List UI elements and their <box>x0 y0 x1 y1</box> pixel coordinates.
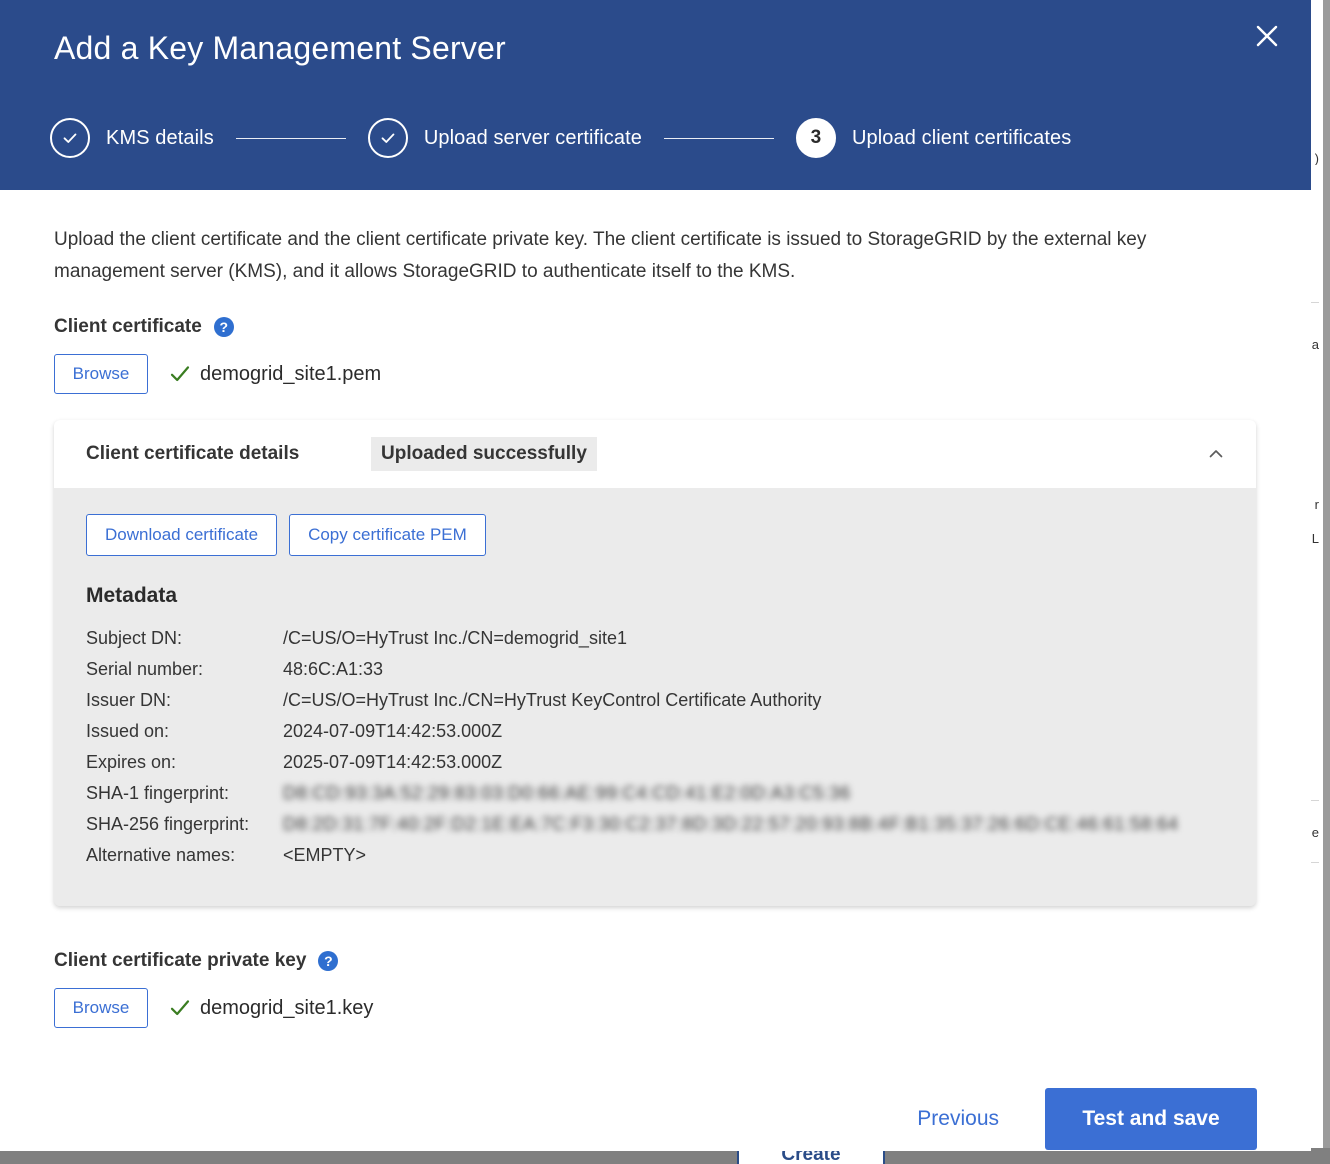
add-kms-modal: Add a Key Management Server KMS details <box>0 0 1311 1151</box>
step-upload-server-certificate[interactable]: Upload server certificate <box>367 118 642 158</box>
client-certificate-label-row: Client certificate ? <box>54 316 1257 338</box>
table-row: SHA-1 fingerprint: D8:CD:93:3A:52:29:83:… <box>86 783 1179 814</box>
background-text-fragment: ) <box>1314 152 1319 165</box>
step-connector <box>235 137 346 139</box>
metadata-value: /C=US/O=HyTrust Inc./CN=demogrid_site1 <box>283 628 627 648</box>
private-key-label: Client certificate private key <box>54 950 307 971</box>
modal-footer: Previous Test and save <box>0 1088 1311 1150</box>
metadata-value: /C=US/O=HyTrust Inc./CN=HyTrust KeyContr… <box>283 690 822 710</box>
table-row: Alternative names: <EMPTY> <box>86 845 1179 876</box>
wizard-stepper: KMS details Upload server certificate 3 … <box>50 116 1071 160</box>
metadata-value: 2025-07-09T14:42:53.000Z <box>283 752 503 772</box>
metadata-key: Issued on: <box>86 721 170 741</box>
metadata-key: SHA-1 fingerprint: <box>86 783 230 803</box>
table-row: Issuer DN: /C=US/O=HyTrust Inc./CN=HyTru… <box>86 690 1179 721</box>
metadata-table: Subject DN: /C=US/O=HyTrust Inc./CN=demo… <box>86 628 1179 876</box>
modal-header: Add a Key Management Server KMS details <box>0 0 1311 190</box>
private-key-file: demogrid_site1.key <box>168 996 373 1020</box>
private-key-label-row: Client certificate private key ? <box>54 950 1257 972</box>
certificate-actions: Download certificate Copy certificate PE… <box>86 514 1224 556</box>
close-icon[interactable] <box>1247 16 1287 56</box>
private-key-file-name: demogrid_site1.key <box>200 996 374 1019</box>
step-number-badge: 3 <box>795 118 836 158</box>
step-upload-client-certificates[interactable]: 3 Upload client certificates <box>795 118 1072 158</box>
metadata-value: <EMPTY> <box>283 845 367 865</box>
chevron-up-icon[interactable] <box>1206 444 1226 464</box>
metadata-value-redacted: D8:CD:93:3A:52:29:83:03:D0:66:AE:99:C4:C… <box>283 783 851 803</box>
help-icon[interactable]: ? <box>213 317 234 337</box>
client-certificate-label: Client certificate <box>54 316 202 337</box>
modal-body: Upload the client certificate and the cl… <box>0 190 1311 1028</box>
metadata-value: 2024-07-09T14:42:53.000Z <box>283 721 503 741</box>
step-connector <box>663 137 774 139</box>
table-row: Subject DN: /C=US/O=HyTrust Inc./CN=demo… <box>86 628 1179 659</box>
check-icon <box>168 996 192 1020</box>
step-check-icon <box>50 118 90 158</box>
details-panel-header[interactable]: Client certificate details Uploaded succ… <box>54 420 1256 488</box>
metadata-value-redacted: D8:2D:31:7F:40:2F:D2:1E:EA:7C:F3:30:C2:3… <box>283 814 1179 834</box>
table-row: Expires on: 2025-07-09T14:42:53.000Z <box>86 752 1179 783</box>
details-panel-title: Client certificate details <box>86 443 300 464</box>
check-icon <box>168 362 192 386</box>
client-certificate-file-name: demogrid_site1.pem <box>200 362 382 385</box>
step-check-icon <box>367 118 408 158</box>
browse-client-certificate-button[interactable]: Browse <box>54 354 148 394</box>
background-text-fragment: e <box>1311 826 1319 839</box>
metadata-key: Subject DN: <box>86 628 183 648</box>
page-title: Add a Key Management Server <box>54 30 506 66</box>
metadata-key: Issuer DN: <box>86 690 172 710</box>
intro-text: Upload the client certificate and the cl… <box>54 229 1147 282</box>
client-certificate-file: demogrid_site1.pem <box>168 362 381 386</box>
metadata-table-body: Subject DN: /C=US/O=HyTrust Inc./CN=demo… <box>86 628 1179 876</box>
download-certificate-button[interactable]: Download certificate <box>86 514 278 556</box>
step-label: KMS details <box>106 126 214 149</box>
client-certificate-upload-row: Browse demogrid_site1.pem <box>54 354 1257 394</box>
client-certificate-details-panel: Client certificate details Uploaded succ… <box>54 420 1256 906</box>
table-row: Serial number: 48:6C:A1:33 <box>86 659 1179 690</box>
step-label: Upload server certificate <box>423 126 642 149</box>
details-panel-content: Download certificate Copy certificate PE… <box>54 488 1256 906</box>
copy-certificate-pem-button[interactable]: Copy certificate PEM <box>289 514 486 556</box>
metadata-key: Serial number: <box>86 659 204 679</box>
background-text-fragment: L <box>1311 532 1319 545</box>
metadata-key: Expires on: <box>86 752 177 772</box>
private-key-upload-row: Browse demogrid_site1.key <box>54 988 1257 1028</box>
step-kms-details[interactable]: KMS details <box>50 118 214 158</box>
background-text-fragment: r <box>1314 498 1319 511</box>
metadata-heading: Metadata <box>86 584 178 607</box>
browse-private-key-button[interactable]: Browse <box>54 988 148 1028</box>
metadata-value: 48:6C:A1:33 <box>283 659 384 679</box>
step-label: Upload client certificates <box>851 126 1072 149</box>
background-scrollbar[interactable] <box>1323 0 1330 1164</box>
metadata-key: SHA-256 fingerprint: <box>86 814 250 834</box>
table-row: Issued on: 2024-07-09T14:42:53.000Z <box>86 721 1179 752</box>
help-icon[interactable]: ? <box>318 951 339 971</box>
metadata-key: Alternative names: <box>86 845 236 865</box>
status-badge: Uploaded successfully <box>371 437 597 471</box>
background-text-fragment: a <box>1311 338 1319 351</box>
previous-button[interactable]: Previous <box>911 1097 1005 1141</box>
table-row: SHA-256 fingerprint: D8:2D:31:7F:40:2F:D… <box>86 814 1179 845</box>
test-and-save-button[interactable]: Test and save <box>1045 1088 1257 1150</box>
